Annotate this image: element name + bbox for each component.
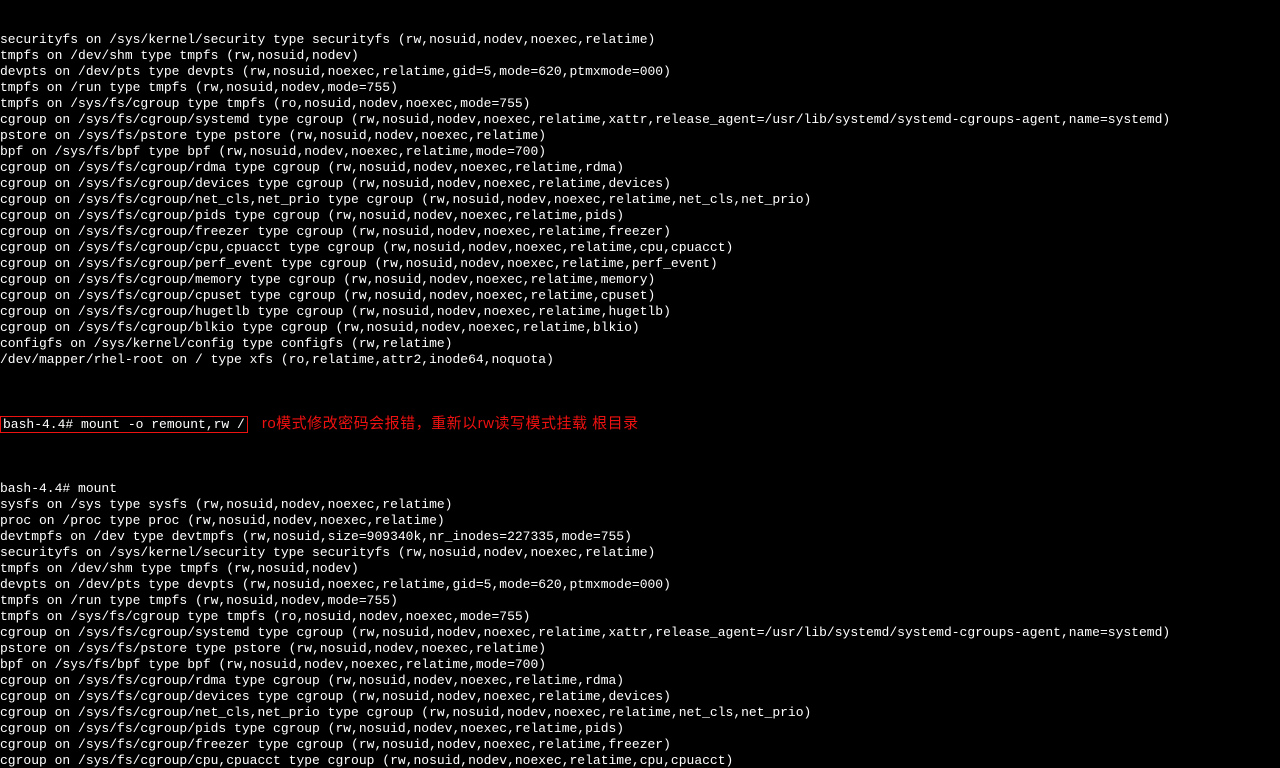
terminal-output-line: cgroup on /sys/fs/cgroup/cpu,cpuacct typ… <box>0 240 1280 256</box>
terminal-output-line: bpf on /sys/fs/bpf type bpf (rw,nosuid,n… <box>0 657 1280 673</box>
terminal-output-line: configfs on /sys/kernel/config type conf… <box>0 336 1280 352</box>
terminal-output-line: tmpfs on /sys/fs/cgroup type tmpfs (ro,n… <box>0 609 1280 625</box>
terminal-output-line: cgroup on /sys/fs/cgroup/cpuset type cgr… <box>0 288 1280 304</box>
terminal-output-line: cgroup on /sys/fs/cgroup/systemd type cg… <box>0 625 1280 641</box>
command-line: bash-4.4# mount -o remount,rw / ro模式修改密码会… <box>0 416 1280 433</box>
terminal-output-line: cgroup on /sys/fs/cgroup/net_cls,net_pri… <box>0 192 1280 208</box>
terminal-output-line: bash-4.4# mount <box>0 481 1280 497</box>
terminal-output-line: cgroup on /sys/fs/cgroup/pids type cgrou… <box>0 721 1280 737</box>
annotation-text: ro模式修改密码会报错，重新以rw读写模式挂载 根目录 <box>262 415 639 432</box>
terminal-output-line: cgroup on /sys/fs/cgroup/blkio type cgro… <box>0 320 1280 336</box>
terminal-output-line: tmpfs on /dev/shm type tmpfs (rw,nosuid,… <box>0 48 1280 64</box>
terminal-output-line: bpf on /sys/fs/bpf type bpf (rw,nosuid,n… <box>0 144 1280 160</box>
terminal-output-line: cgroup on /sys/fs/cgroup/hugetlb type cg… <box>0 304 1280 320</box>
terminal-output-line: cgroup on /sys/fs/cgroup/pids type cgrou… <box>0 208 1280 224</box>
terminal-window[interactable]: securityfs on /sys/kernel/security type … <box>0 0 1280 768</box>
terminal-output-line: devpts on /dev/pts type devpts (rw,nosui… <box>0 64 1280 80</box>
terminal-output-line: devtmpfs on /dev type devtmpfs (rw,nosui… <box>0 529 1280 545</box>
terminal-output-line: devpts on /dev/pts type devpts (rw,nosui… <box>0 577 1280 593</box>
terminal-output-line: cgroup on /sys/fs/cgroup/rdma type cgrou… <box>0 673 1280 689</box>
terminal-output-line: cgroup on /sys/fs/cgroup/cpu,cpuacct typ… <box>0 753 1280 768</box>
terminal-output-line: cgroup on /sys/fs/cgroup/perf_event type… <box>0 256 1280 272</box>
terminal-output-line: cgroup on /sys/fs/cgroup/devices type cg… <box>0 176 1280 192</box>
remount-command-box: bash-4.4# mount -o remount,rw / <box>0 416 248 433</box>
terminal-output-line: pstore on /sys/fs/pstore type pstore (rw… <box>0 641 1280 657</box>
terminal-output-line: cgroup on /sys/fs/cgroup/freezer type cg… <box>0 224 1280 240</box>
terminal-output-line: cgroup on /sys/fs/cgroup/freezer type cg… <box>0 737 1280 753</box>
terminal-output-line: tmpfs on /run type tmpfs (rw,nosuid,node… <box>0 80 1280 96</box>
terminal-output-line: cgroup on /sys/fs/cgroup/net_cls,net_pri… <box>0 705 1280 721</box>
terminal-output-line: proc on /proc type proc (rw,nosuid,nodev… <box>0 513 1280 529</box>
terminal-output-line: /dev/mapper/rhel-root on / type xfs (ro,… <box>0 352 1280 368</box>
terminal-output-line: cgroup on /sys/fs/cgroup/rdma type cgrou… <box>0 160 1280 176</box>
terminal-output-line: tmpfs on /sys/fs/cgroup type tmpfs (ro,n… <box>0 96 1280 112</box>
terminal-output-line: cgroup on /sys/fs/cgroup/memory type cgr… <box>0 272 1280 288</box>
terminal-output-line: securityfs on /sys/kernel/security type … <box>0 32 1280 48</box>
terminal-output-line: securityfs on /sys/kernel/security type … <box>0 545 1280 561</box>
terminal-output-line: cgroup on /sys/fs/cgroup/devices type cg… <box>0 689 1280 705</box>
terminal-output-line: tmpfs on /run type tmpfs (rw,nosuid,node… <box>0 593 1280 609</box>
terminal-output-line: pstore on /sys/fs/pstore type pstore (rw… <box>0 128 1280 144</box>
terminal-output-line: tmpfs on /dev/shm type tmpfs (rw,nosuid,… <box>0 561 1280 577</box>
terminal-output-line: cgroup on /sys/fs/cgroup/systemd type cg… <box>0 112 1280 128</box>
terminal-output-line: sysfs on /sys type sysfs (rw,nosuid,node… <box>0 497 1280 513</box>
